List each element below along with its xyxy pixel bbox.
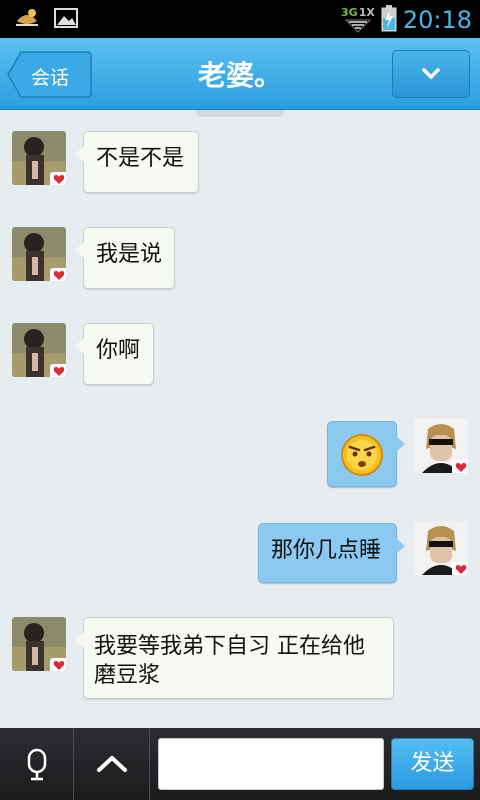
signal-icon <box>344 19 372 33</box>
incoming-message-bubble[interactable]: 我是说 <box>75 227 175 289</box>
contact-avatar[interactable] <box>12 227 66 281</box>
menu-dropdown-button[interactable] <box>392 50 470 98</box>
chevron-down-icon <box>422 68 440 79</box>
message-input[interactable] <box>158 738 384 790</box>
app-notification-icon <box>14 7 40 33</box>
contact-avatar[interactable] <box>12 131 66 185</box>
message-text: 我要等我弟下自习 正在给他磨豆浆 <box>94 634 365 688</box>
image-notification-icon <box>54 7 78 33</box>
outgoing-message-bubble[interactable]: 那你几点睡 <box>258 523 405 583</box>
incoming-message-bubble[interactable]: 你啊 <box>75 323 154 385</box>
chevron-up-icon <box>97 756 127 772</box>
contact-avatar[interactable] <box>12 323 66 377</box>
status-time: 20:18 <box>402 6 472 34</box>
angry-face-emoji <box>341 434 383 476</box>
heart-icon <box>50 268 66 281</box>
heart-icon <box>50 172 66 185</box>
heart-icon <box>50 658 66 671</box>
network-type-alt: 1X <box>358 5 375 19</box>
network-type: 3G <box>341 5 358 19</box>
my-avatar[interactable] <box>414 521 468 575</box>
send-button[interactable]: 发送 <box>391 738 474 790</box>
battery-charging-icon <box>381 4 397 36</box>
heart-icon <box>452 562 468 575</box>
message-text: 那你几点睡 <box>271 538 382 563</box>
microphone-icon <box>27 748 47 781</box>
contact-avatar[interactable] <box>12 617 66 671</box>
expand-toolbar-button[interactable] <box>75 728 150 800</box>
heart-icon <box>452 460 468 473</box>
heart-icon <box>50 364 66 377</box>
message-text: 我是说 <box>96 242 163 267</box>
network-indicator: 3G 1X <box>341 7 375 34</box>
incoming-message-bubble[interactable]: 不是不是 <box>75 131 199 193</box>
status-bar: 3G 1X 20:18 <box>0 0 480 38</box>
composer-bar: 发送 <box>0 728 480 800</box>
message-text: 你啊 <box>96 338 141 363</box>
incoming-message-bubble[interactable]: 我要等我弟下自习 正在给他磨豆浆 <box>75 617 394 699</box>
earlier-messages-stub <box>196 110 284 117</box>
outgoing-message-bubble[interactable] <box>327 421 405 487</box>
voice-input-button[interactable] <box>0 728 74 800</box>
conversation-header: 会话 老婆。 <box>0 38 480 110</box>
message-text: 不是不是 <box>96 146 185 171</box>
my-avatar[interactable] <box>414 419 468 473</box>
